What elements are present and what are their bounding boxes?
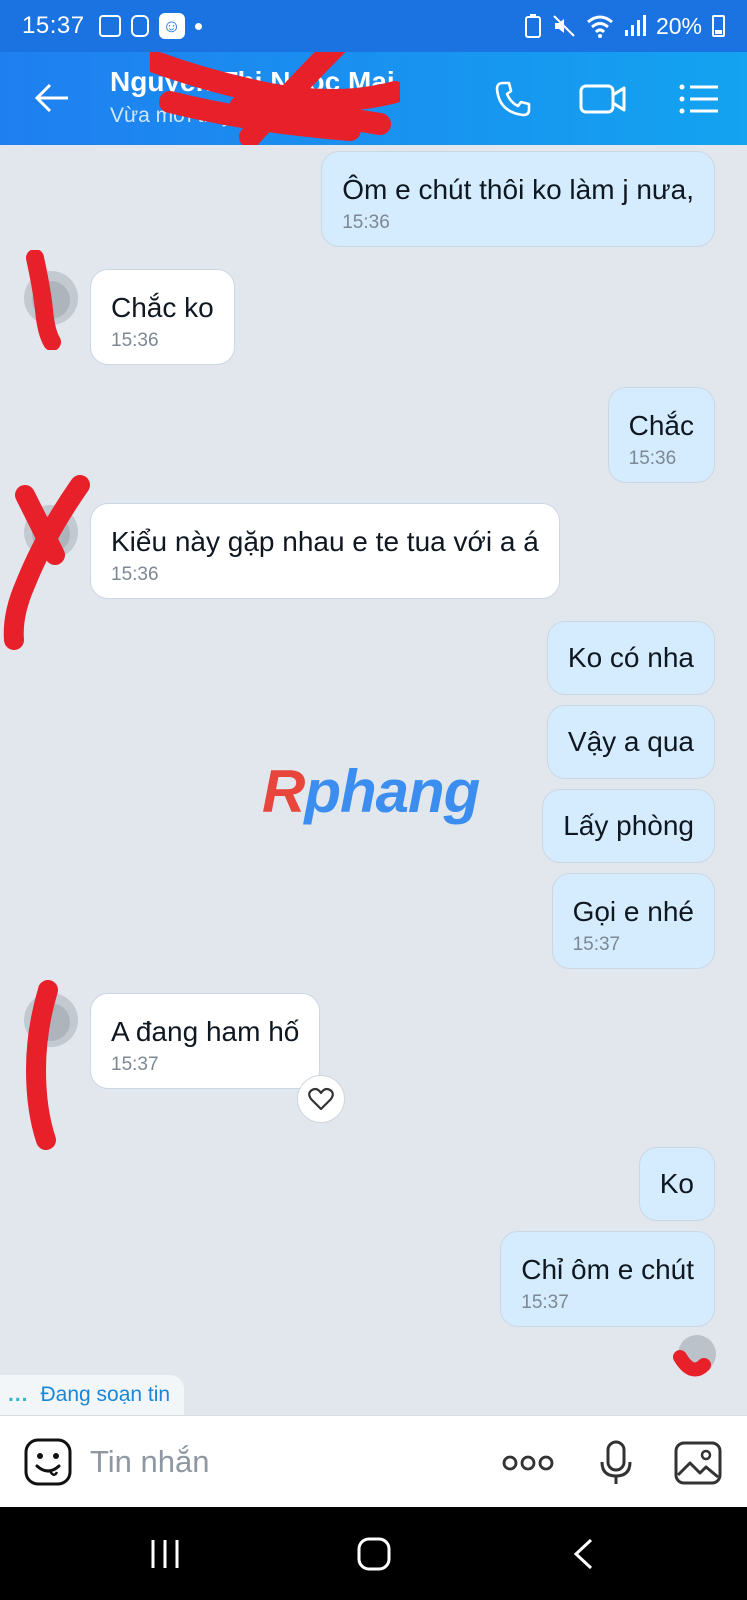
ellipsis-icon [502,1455,554,1471]
status-bar: 15:37 ☺ 20% [0,0,747,52]
mute-icon [553,15,575,37]
contact-avatar[interactable] [24,993,78,1047]
phone-icon [495,81,531,117]
system-navigation-bar [0,1507,747,1600]
message-time: 15:37 [521,1292,569,1313]
message-text: Ko [659,1168,694,1199]
smiley-sticker-icon [24,1438,72,1486]
video-camera-icon [579,84,626,114]
contact-avatar[interactable] [24,271,78,325]
home-button[interactable] [349,1533,399,1575]
outgoing-message[interactable]: Ôm e chút thôi ko làm j nưa, 15:36 [321,151,715,247]
outgoing-message[interactable]: Chỉ ôm e chút 15:37 [500,1231,715,1327]
typing-dots: ... [8,1383,29,1406]
typing-label: Đang soạn tin [40,1383,171,1406]
battery-percent: 20% [655,12,702,39]
watermark-logo: Rphang [262,758,480,825]
chat-header: Nguyễn Thị Ngọc Mai Vừa mới truy cập [0,52,747,145]
message-text: Lấy phòng [563,810,694,841]
outgoing-message[interactable]: Gọi e nhé 15:37 [551,873,715,969]
message-text: A đang ham hố [111,1016,300,1047]
back-nav-button[interactable] [558,1533,608,1575]
back-chevron-icon [573,1538,593,1570]
message-time: 15:37 [572,934,621,955]
message-list[interactable]: Ôm e chút thôi ko làm j nưa, 15:36 Chắc … [0,145,747,1415]
message-text: Gọi e nhé [572,896,694,927]
more-notifications-icon [194,22,202,30]
list-menu-icon [679,84,718,114]
battery-saver-icon [524,14,541,38]
message-input[interactable] [90,1438,470,1486]
contact-status: Vừa mới truy cập [110,104,273,127]
outgoing-message[interactable]: Ko có nha [546,621,715,695]
sticker-button[interactable] [24,1438,72,1486]
message-text: Vậy a qua [567,726,694,757]
avatar-redaction-scribble [3,475,90,650]
message-text: Chắc ko [111,292,214,323]
message-text: Ôm e chút thôi ko làm j nưa, [342,174,694,205]
message-time: 15:37 [111,1054,159,1075]
recent-apps-button[interactable] [140,1533,190,1575]
arrow-left-icon [34,83,68,113]
message-time: 15:36 [342,212,390,233]
watch-notification-icon [130,15,149,37]
smiley-app-icon: ☺ [158,13,185,39]
outgoing-message[interactable]: Ko [638,1147,715,1221]
message-text: Chắc [628,410,694,441]
image-icon [674,1441,722,1485]
status-time: 15:37 [22,12,85,39]
system-status: 20% [524,13,725,40]
incoming-message[interactable]: Kiểu này gặp nhau e te tua với a á 15:36 [90,503,560,599]
message-text: Chỉ ôm e chút [521,1254,694,1285]
typing-indicator: ... Đang soạn tin [0,1375,185,1415]
back-button[interactable] [30,76,74,120]
signal-icon [624,15,646,36]
message-text: Kiểu này gặp nhau e te tua với a á [111,526,539,557]
incoming-message[interactable]: Chắc ko 15:36 [90,269,235,365]
gallery-notification-icon [98,15,121,37]
message-text: Ko có nha [567,642,694,673]
battery-icon [712,15,725,37]
react-heart-button[interactable] [297,1075,345,1123]
voice-message-button[interactable] [590,1438,642,1488]
outgoing-message[interactable]: Vậy a qua [546,705,715,779]
chat-options-button[interactable] [674,74,724,124]
video-call-button[interactable] [578,74,628,124]
contact-name[interactable]: Nguyễn Thị Ngọc Mai [110,66,395,98]
more-options-button[interactable] [500,1438,556,1488]
outgoing-message[interactable]: Lấy phòng [542,789,715,863]
photo-picker-button[interactable] [672,1438,724,1488]
contact-avatar[interactable] [24,505,78,559]
voice-call-button[interactable] [488,74,538,124]
message-time: 15:36 [111,564,159,585]
message-time: 15:36 [111,330,159,351]
outgoing-message[interactable]: Chắc 15:36 [607,387,715,483]
recent-apps-icon [151,1540,179,1568]
wifi-icon [586,15,613,38]
microphone-icon [600,1440,632,1484]
incoming-message[interactable]: A đang ham hố 15:37 [90,993,321,1089]
heart-icon [308,1087,334,1111]
message-composer [0,1415,747,1507]
notification-icons: ☺ [98,13,202,39]
home-icon [357,1537,391,1571]
message-time: 15:36 [628,448,677,469]
seen-avatar [678,1335,716,1373]
